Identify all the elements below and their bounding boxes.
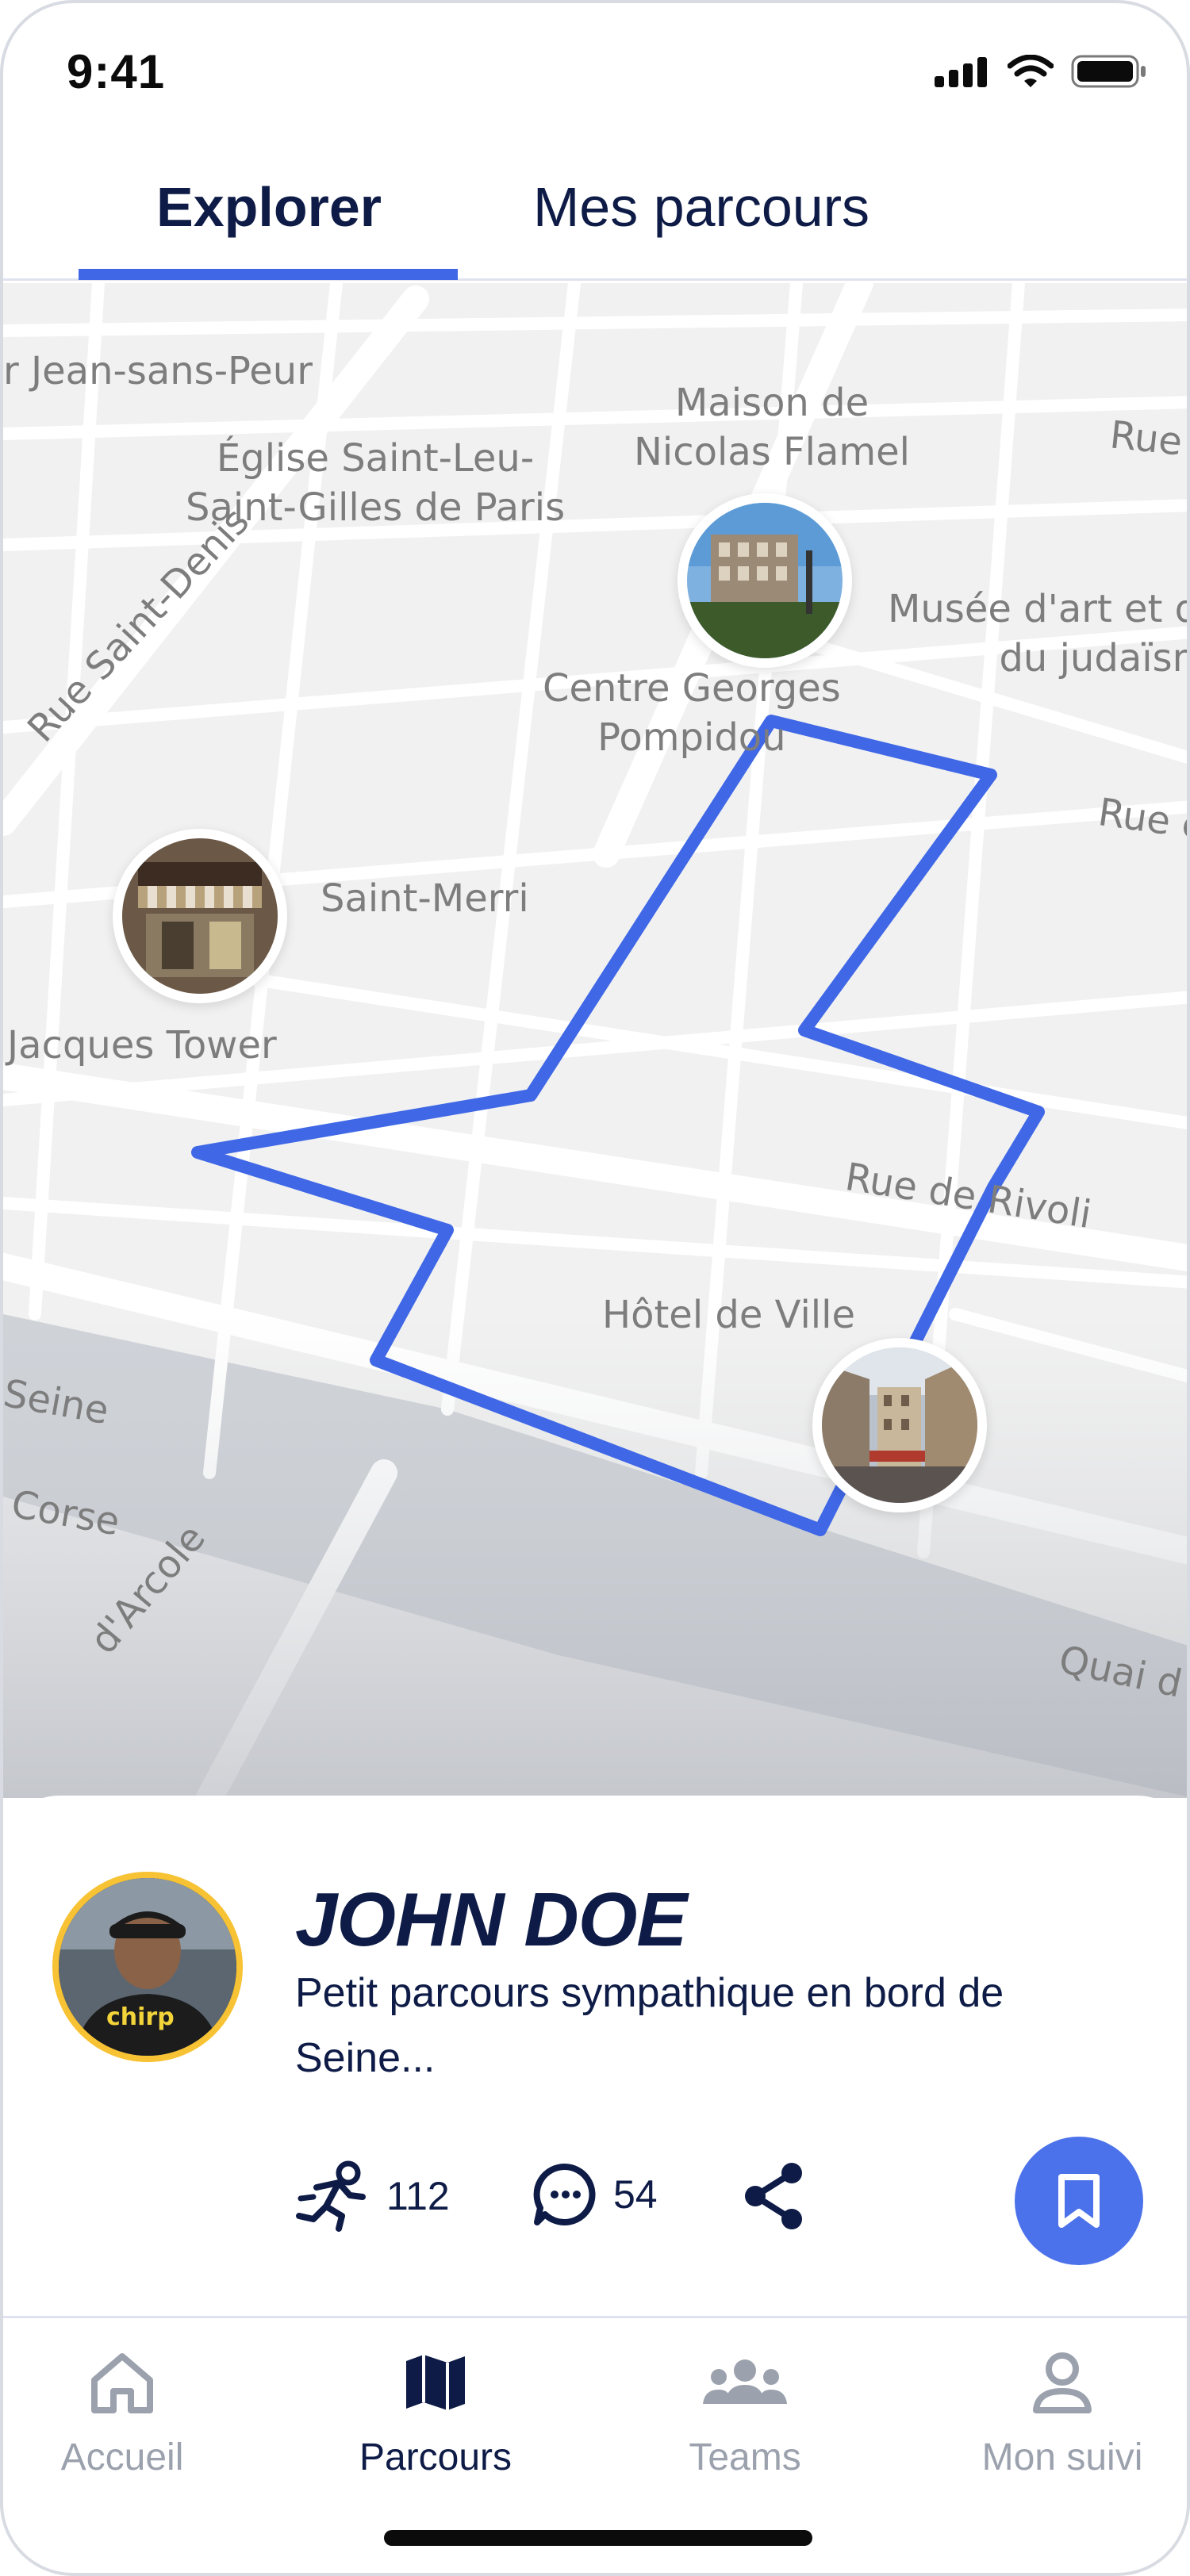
author-avatar[interactable]: chirp bbox=[52, 1872, 243, 2062]
tab-explorer[interactable]: Explorer bbox=[156, 175, 382, 239]
poi-hotel-de-ville-photo[interactable] bbox=[812, 1338, 987, 1512]
svg-text:chirp: chirp bbox=[106, 2003, 175, 2031]
wifi-icon bbox=[1008, 55, 1054, 87]
bookmark-button[interactable] bbox=[1015, 2137, 1143, 2265]
status-icons bbox=[933, 54, 1147, 89]
active-tab-indicator bbox=[79, 269, 458, 280]
share-button[interactable] bbox=[741, 2160, 808, 2232]
poi-saint-merri-photo[interactable] bbox=[113, 829, 287, 1003]
nav-parcours[interactable]: Parcours bbox=[317, 2347, 555, 2479]
status-time: 9:41 bbox=[67, 45, 166, 98]
nav-mon-suivi[interactable]: Mon suivi bbox=[943, 2347, 1181, 2479]
tab-mes-parcours[interactable]: Mes parcours bbox=[533, 175, 869, 239]
author-name[interactable]: JOHN DOE bbox=[295, 1876, 687, 1964]
comment-icon bbox=[533, 2163, 596, 2225]
user-icon bbox=[1033, 2352, 1092, 2413]
runs-count: 112 bbox=[386, 2174, 450, 2218]
runs-stat[interactable]: 112 bbox=[293, 2160, 450, 2232]
map-view[interactable]: r Jean-sans-Peur Église Saint-Leu- Saint… bbox=[3, 283, 1187, 1798]
map-label: Maison de Nicolas Flamel bbox=[634, 381, 910, 475]
map-label: Rue bbox=[1107, 412, 1184, 465]
status-bar: 9:41 bbox=[3, 3, 1187, 146]
nav-label: Mon suivi bbox=[981, 2436, 1143, 2478]
comments-count: 54 bbox=[613, 2172, 658, 2217]
bookmark-icon bbox=[1058, 2174, 1100, 2228]
map-label: Hôtel de Ville bbox=[602, 1293, 855, 1337]
poi-pompidou-photo[interactable] bbox=[678, 493, 852, 668]
map-label: Saint-Merri bbox=[321, 876, 529, 921]
nav-accueil[interactable]: Accueil bbox=[3, 2347, 241, 2479]
phone-frame: 9:41 Explorer Mes parcours r Jean-sans-P… bbox=[0, 0, 1190, 2576]
map-icon bbox=[406, 2355, 465, 2410]
signal-icon bbox=[935, 57, 987, 87]
map-label: Centre Georges Pompidou bbox=[543, 666, 841, 761]
tab-bar: Explorer Mes parcours bbox=[3, 158, 1187, 281]
route-description: Petit parcours sympathique en bord de Se… bbox=[295, 1970, 1004, 2081]
nav-label: Parcours bbox=[359, 2436, 512, 2478]
home-indicator bbox=[384, 2530, 812, 2546]
map-label: Musée d'art et d' du judaïsm bbox=[888, 587, 1187, 681]
comments-stat[interactable]: 54 bbox=[531, 2160, 658, 2229]
nav-label: Teams bbox=[689, 2436, 801, 2478]
nav-teams[interactable]: Teams bbox=[626, 2347, 864, 2479]
battery-icon bbox=[1071, 55, 1146, 88]
home-icon bbox=[91, 2353, 153, 2413]
share-icon bbox=[745, 2163, 802, 2229]
map-label: r Jean-sans-Peur bbox=[3, 349, 313, 393]
nav-label: Accueil bbox=[60, 2436, 184, 2478]
map-label: Jacques Tower bbox=[7, 1023, 277, 1068]
runner-icon bbox=[296, 2160, 366, 2232]
teams-icon bbox=[703, 2359, 787, 2404]
